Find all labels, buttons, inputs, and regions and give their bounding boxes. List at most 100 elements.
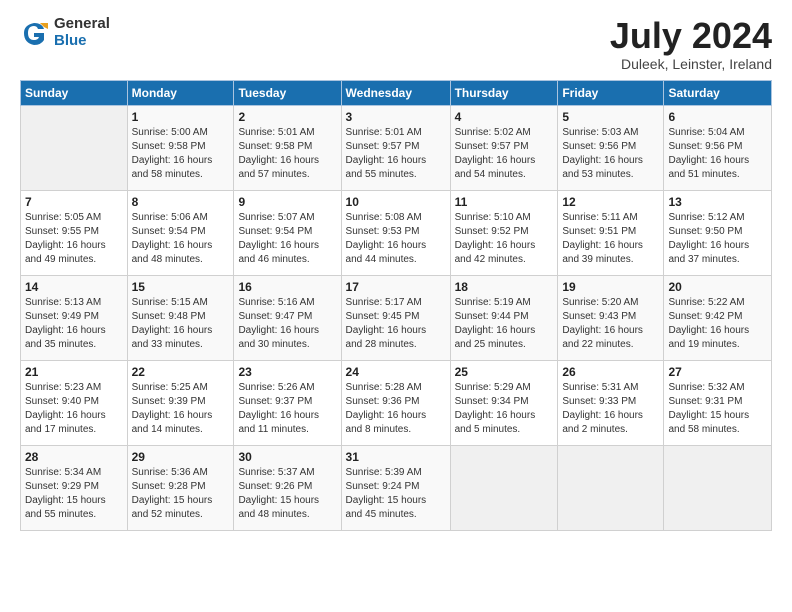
calendar-cell: 12Sunrise: 5:11 AMSunset: 9:51 PMDayligh… (558, 190, 664, 275)
sunrise: Sunrise: 5:04 AM (668, 126, 767, 140)
day-number: 26 (562, 365, 659, 379)
calendar-cell: 31 Sunrise: 5:39 AMSunset: 9:24 PMDayligh… (341, 445, 450, 530)
day-info: Sunrise: 5:31 AMSunset: 9:33 PMDaylight:… (562, 381, 659, 437)
day-info: Sunrise: 5:25 AMSunset: 9:39 PMDaylight:… (132, 381, 230, 437)
daylight: Daylight: 16 hours and 8 minutes. (346, 409, 446, 437)
sunset: Sunset: 9:36 PM (346, 395, 446, 409)
daylight: Daylight: 16 hours and 25 minutes. (455, 324, 554, 352)
day-number: 25 (455, 365, 554, 379)
day-info: Sunrise: 5:07 AMSunset: 9:54 PMDaylight:… (238, 211, 336, 267)
sunrise: Sunrise: 5:19 AM (455, 296, 554, 310)
logo-icon (20, 19, 48, 47)
day-info: Sunrise: 5:12 AMSunset: 9:50 PMDaylight:… (668, 211, 767, 267)
calendar-header-wednesday: Wednesday (341, 80, 450, 105)
day-info: Sunrise: 5:32 AMSunset: 9:31 PMDaylight:… (668, 381, 767, 437)
day-number: 31 (346, 450, 446, 464)
day-number: 19 (562, 280, 659, 294)
sunrise: Sunrise: 5:34 AM (25, 466, 123, 480)
day-info: Sunrise: 5:06 AMSunset: 9:54 PMDaylight:… (132, 211, 230, 267)
sunrise: Sunrise: 5:16 AM (238, 296, 336, 310)
sunrise: Sunrise: 5:25 AM (132, 381, 230, 395)
sunset: Sunset: 9:26 PM (238, 480, 336, 494)
calendar-header-friday: Friday (558, 80, 664, 105)
sunrise: Sunrise: 5:12 AM (668, 211, 767, 225)
daylight: Daylight: 16 hours and 35 minutes. (25, 324, 123, 352)
day-info: Sunrise: 5:03 AMSunset: 9:56 PMDaylight:… (562, 126, 659, 182)
day-number: 22 (132, 365, 230, 379)
daylight: Daylight: 15 hours and 58 minutes. (668, 409, 767, 437)
sunrise: Sunrise: 5:15 AM (132, 296, 230, 310)
sunset: Sunset: 9:52 PM (455, 225, 554, 239)
sunrise: Sunrise: 5:17 AM (346, 296, 446, 310)
daylight: Daylight: 16 hours and 42 minutes. (455, 239, 554, 267)
day-number: 16 (238, 280, 336, 294)
day-info: Sunrise: 5:22 AMSunset: 9:42 PMDaylight:… (668, 296, 767, 352)
sunset: Sunset: 9:37 PM (238, 395, 336, 409)
calendar-header-row: SundayMondayTuesdayWednesdayThursdayFrid… (21, 80, 772, 105)
calendar-cell (664, 445, 772, 530)
sunrise: Sunrise: 5:28 AM (346, 381, 446, 395)
calendar-cell: 9Sunrise: 5:07 AMSunset: 9:54 PMDaylight… (234, 190, 341, 275)
calendar-cell: 22 Sunrise: 5:25 AMSunset: 9:39 PMDayligh… (127, 360, 234, 445)
day-info: Sunrise: 5:01 AMSunset: 9:57 PMDaylight:… (346, 126, 446, 182)
day-info: Sunrise: 5:10 AMSunset: 9:52 PMDaylight:… (455, 211, 554, 267)
calendar-week-3: 14Sunrise: 5:13 AMSunset: 9:49 PMDayligh… (21, 275, 772, 360)
header: General Blue July 2024 Duleek, Leinster,… (20, 16, 772, 72)
calendar-cell: 18Sunrise: 5:19 AMSunset: 9:44 PMDayligh… (450, 275, 558, 360)
calendar-header-saturday: Saturday (664, 80, 772, 105)
day-info: Sunrise: 5:15 AMSunset: 9:48 PMDaylight:… (132, 296, 230, 352)
daylight: Daylight: 16 hours and 48 minutes. (132, 239, 230, 267)
daylight: Daylight: 16 hours and 11 minutes. (238, 409, 336, 437)
day-number: 27 (668, 365, 767, 379)
calendar-cell: 19Sunrise: 5:20 AMSunset: 9:43 PMDayligh… (558, 275, 664, 360)
day-number: 4 (455, 110, 554, 124)
sunset: Sunset: 9:55 PM (25, 225, 123, 239)
day-info: Sunrise: 5:11 AMSunset: 9:51 PMDaylight:… (562, 211, 659, 267)
day-info: Sunrise: 5:04 AMSunset: 9:56 PMDaylight:… (668, 126, 767, 182)
calendar-cell: 28Sunrise: 5:34 AMSunset: 9:29 PMDayligh… (21, 445, 128, 530)
sunrise: Sunrise: 5:08 AM (346, 211, 446, 225)
sunset: Sunset: 9:39 PM (132, 395, 230, 409)
calendar-week-5: 28Sunrise: 5:34 AMSunset: 9:29 PMDayligh… (21, 445, 772, 530)
day-number: 11 (455, 195, 554, 209)
day-number: 23 (238, 365, 336, 379)
day-info: Sunrise: 5:28 AMSunset: 9:36 PMDaylight:… (346, 381, 446, 437)
daylight: Daylight: 15 hours and 45 minutes. (346, 494, 446, 522)
calendar-table: SundayMondayTuesdayWednesdayThursdayFrid… (20, 80, 772, 531)
day-number: 30 (238, 450, 336, 464)
day-info: Sunrise: 5:05 AMSunset: 9:55 PMDaylight:… (25, 211, 123, 267)
sunset: Sunset: 9:33 PM (562, 395, 659, 409)
day-number: 17 (346, 280, 446, 294)
day-number: 18 (455, 280, 554, 294)
sunset: Sunset: 9:57 PM (346, 140, 446, 154)
logo-general: General (54, 16, 110, 33)
calendar-cell: 13Sunrise: 5:12 AMSunset: 9:50 PMDayligh… (664, 190, 772, 275)
sunrise: Sunrise: 5:13 AM (25, 296, 123, 310)
day-info: Sunrise: 5:17 AMSunset: 9:45 PMDaylight:… (346, 296, 446, 352)
day-info: Sunrise: 5:26 AMSunset: 9:37 PMDaylight:… (238, 381, 336, 437)
daylight: Daylight: 16 hours and 14 minutes. (132, 409, 230, 437)
day-number: 24 (346, 365, 446, 379)
sunset: Sunset: 9:43 PM (562, 310, 659, 324)
title-block: July 2024 Duleek, Leinster, Ireland (610, 16, 772, 72)
calendar-header-monday: Monday (127, 80, 234, 105)
day-number: 5 (562, 110, 659, 124)
sunset: Sunset: 9:24 PM (346, 480, 446, 494)
sunrise: Sunrise: 5:22 AM (668, 296, 767, 310)
day-number: 6 (668, 110, 767, 124)
page: General Blue July 2024 Duleek, Leinster,… (0, 0, 792, 612)
day-number: 20 (668, 280, 767, 294)
calendar-week-2: 7Sunrise: 5:05 AMSunset: 9:55 PMDaylight… (21, 190, 772, 275)
calendar-header-sunday: Sunday (21, 80, 128, 105)
sunset: Sunset: 9:28 PM (132, 480, 230, 494)
sunrise: Sunrise: 5:36 AM (132, 466, 230, 480)
daylight: Daylight: 16 hours and 46 minutes. (238, 239, 336, 267)
daylight: Daylight: 15 hours and 48 minutes. (238, 494, 336, 522)
sunset: Sunset: 9:49 PM (25, 310, 123, 324)
location: Duleek, Leinster, Ireland (610, 56, 772, 72)
calendar-cell: 10Sunrise: 5:08 AMSunset: 9:53 PMDayligh… (341, 190, 450, 275)
calendar-cell: 2Sunrise: 5:01 AMSunset: 9:58 PMDaylight… (234, 105, 341, 190)
sunrise: Sunrise: 5:39 AM (346, 466, 446, 480)
daylight: Daylight: 16 hours and 55 minutes. (346, 154, 446, 182)
daylight: Daylight: 16 hours and 30 minutes. (238, 324, 336, 352)
